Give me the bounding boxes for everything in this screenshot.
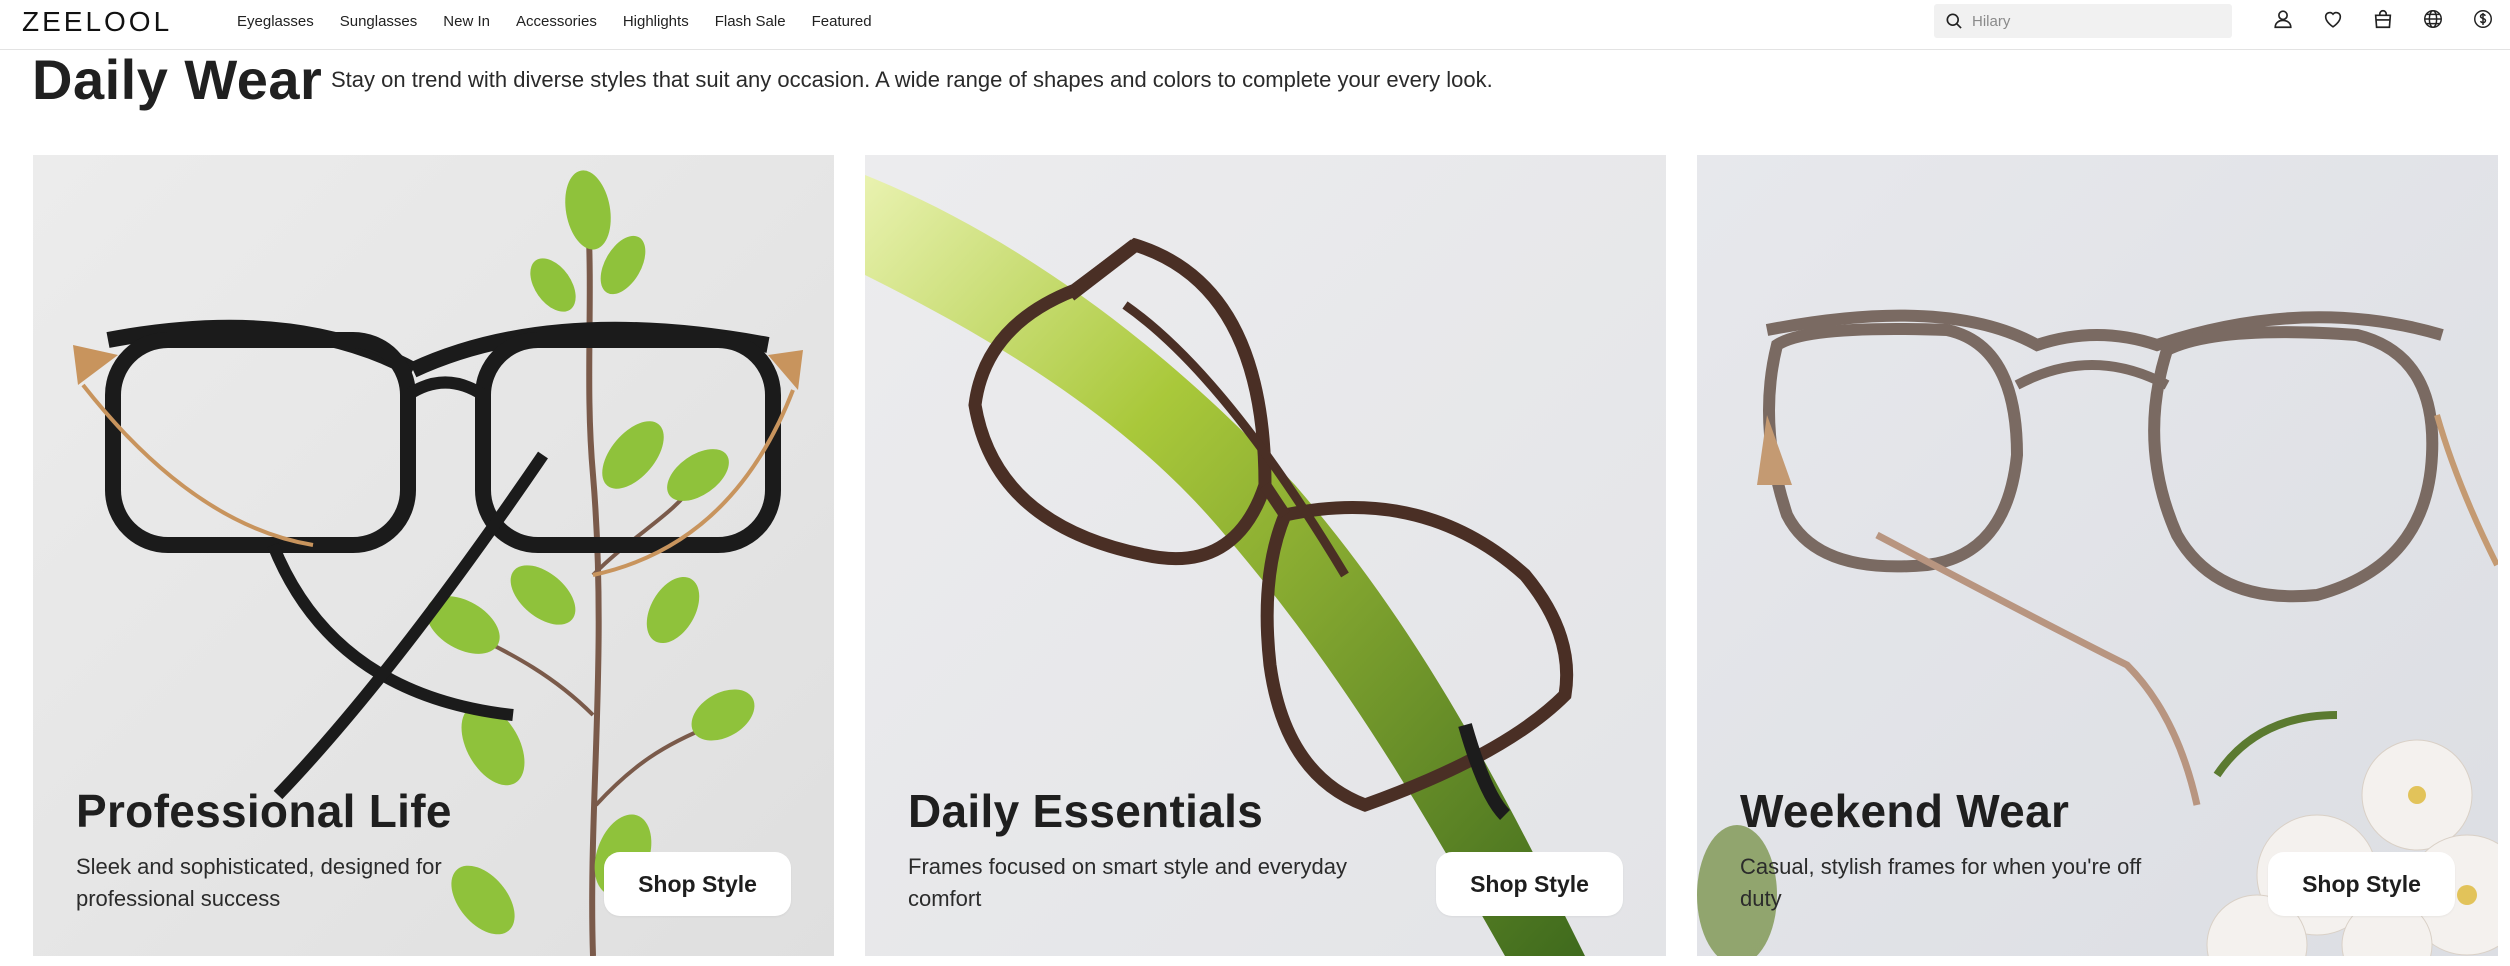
account-icon[interactable] bbox=[2272, 8, 2294, 30]
style-card-daily-essentials[interactable]: Daily Essentials Frames focused on smart… bbox=[865, 155, 1666, 956]
shop-style-button[interactable]: Shop Style bbox=[2268, 852, 2455, 916]
heart-icon[interactable] bbox=[2322, 8, 2344, 30]
nav-highlights[interactable]: Highlights bbox=[623, 12, 689, 32]
shop-style-button[interactable]: Shop Style bbox=[1436, 852, 1623, 916]
nav-featured[interactable]: Featured bbox=[812, 12, 872, 32]
nav-sunglasses[interactable]: Sunglasses bbox=[340, 12, 418, 32]
card-description: Frames focused on smart style and everyd… bbox=[908, 854, 1347, 911]
section-subtitle: Stay on trend with diverse styles that s… bbox=[331, 67, 1493, 92]
card-title: Daily Essentials bbox=[908, 785, 1264, 837]
main-nav: Eyeglasses Sunglasses New In Accessories… bbox=[237, 0, 872, 44]
nav-eyeglasses[interactable]: Eyeglasses bbox=[237, 12, 314, 32]
search-box[interactable] bbox=[1934, 4, 2232, 38]
globe-icon[interactable] bbox=[2422, 8, 2444, 30]
site-header: ZEELOOL Eyeglasses Sunglasses New In Acc… bbox=[0, 0, 2510, 50]
brand-logo[interactable]: ZEELOOL bbox=[22, 7, 172, 37]
nav-flash-sale[interactable]: Flash Sale bbox=[715, 12, 786, 32]
section-title: Daily Wear bbox=[32, 48, 323, 111]
header-icons bbox=[2272, 8, 2494, 30]
style-card-weekend-wear[interactable]: Weekend Wear Casual, stylish frames for … bbox=[1697, 155, 2498, 956]
card-description: Sleek and sophisticated, designed for pr… bbox=[76, 854, 442, 911]
shop-style-button[interactable]: Shop Style bbox=[604, 852, 791, 916]
search-icon[interactable] bbox=[1944, 11, 1964, 31]
card-description: Casual, stylish frames for when you're o… bbox=[1740, 854, 2142, 911]
bag-icon[interactable] bbox=[2372, 8, 2394, 30]
card-title: Weekend Wear bbox=[1740, 785, 2070, 837]
style-card-professional[interactable]: Professional Life Sleek and sophisticate… bbox=[33, 155, 834, 956]
search-input[interactable] bbox=[1972, 12, 2212, 30]
nav-new-in[interactable]: New In bbox=[443, 12, 490, 32]
card-title: Professional Life bbox=[76, 785, 452, 837]
nav-accessories[interactable]: Accessories bbox=[516, 12, 597, 32]
currency-icon[interactable] bbox=[2472, 8, 2494, 30]
